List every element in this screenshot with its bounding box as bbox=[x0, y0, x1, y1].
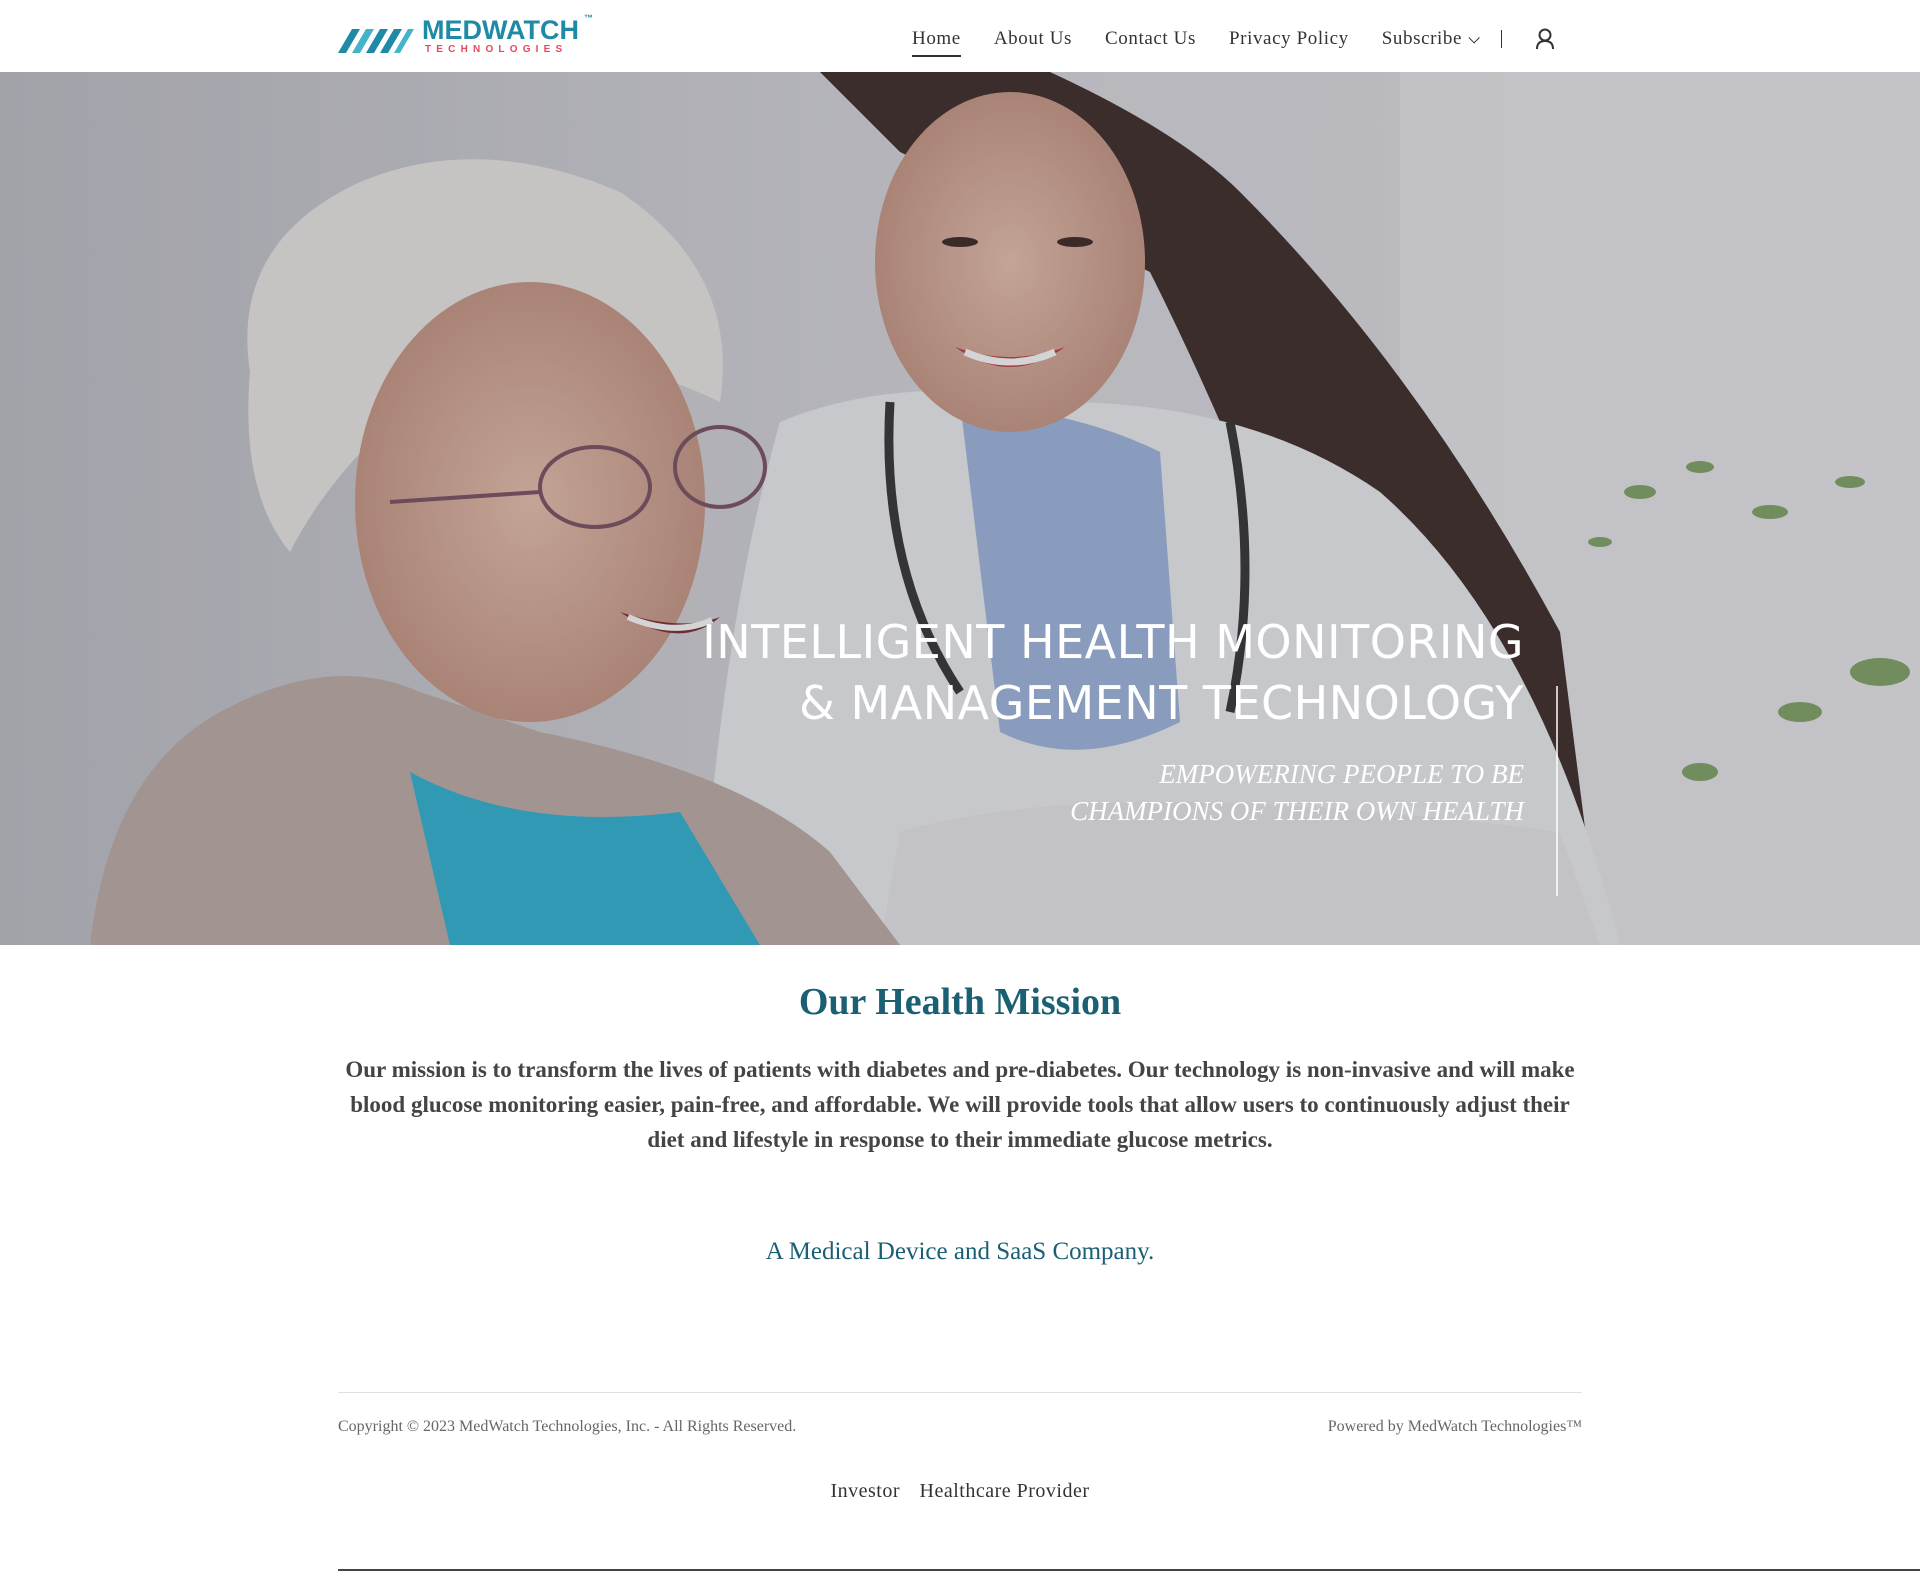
hero-subtitle: EMPOWERING PEOPLE TO BE CHAMPIONS OF THE… bbox=[702, 756, 1524, 830]
hero-title: INTELLIGENT HEALTH MONITORING & MANAGEME… bbox=[702, 612, 1524, 734]
hero-title-line1: INTELLIGENT HEALTH MONITORING bbox=[702, 615, 1524, 669]
logo-subtitle: TECHNOLOGIES bbox=[425, 44, 568, 55]
hero-text-block: INTELLIGENT HEALTH MONITORING & MANAGEME… bbox=[702, 612, 1524, 830]
hero-banner: INTELLIGENT HEALTH MONITORING & MANAGEME… bbox=[0, 72, 1920, 945]
site-header: MEDWATCH ™ TECHNOLOGIES Home About Us Co… bbox=[0, 0, 1920, 72]
mission-body-text: Our mission is to transform the lives of… bbox=[345, 1057, 1575, 1152]
logo-med: MED bbox=[422, 15, 482, 45]
hero-accent-rule bbox=[1556, 686, 1558, 896]
nav-privacy-policy[interactable]: Privacy Policy bbox=[1229, 28, 1349, 50]
logo-watch: WATCH bbox=[482, 15, 579, 45]
brand-logo[interactable]: MEDWATCH ™ TECHNOLOGIES bbox=[338, 13, 593, 60]
main-nav: Home About Us Contact Us Privacy Policy … bbox=[912, 24, 1556, 57]
footer-links: Investor Healthcare Provider bbox=[0, 1480, 1920, 1503]
nav-about-us[interactable]: About Us bbox=[994, 28, 1072, 50]
logo-trademark: ™ bbox=[583, 13, 593, 23]
footer-copyright: Copyright © 2023 MedWatch Technologies, … bbox=[338, 1418, 797, 1435]
chevron-down-icon bbox=[1468, 32, 1480, 44]
hero-subtitle-line2: CHAMPIONS OF THEIR OWN HEALTH bbox=[1070, 796, 1524, 826]
hero-subtitle-line1: EMPOWERING PEOPLE TO BE bbox=[1159, 759, 1524, 789]
user-icon[interactable] bbox=[1534, 27, 1556, 51]
logo-stripes-icon bbox=[338, 29, 414, 53]
mission-heading: Our Health Mission bbox=[798, 981, 1122, 1023]
footer-powered-by: Powered by MedWatch Technologies™ bbox=[1327, 1418, 1582, 1435]
nav-home[interactable]: Home bbox=[912, 28, 961, 57]
logo-wordmark: MEDWATCH ™ TECHNOLOGIES bbox=[422, 13, 593, 57]
nav-subscribe-dropdown[interactable]: Subscribe bbox=[1381, 28, 1480, 50]
nav-separator bbox=[1501, 30, 1503, 48]
nav-contact-us[interactable]: Contact Us bbox=[1105, 28, 1196, 50]
footer-link-investor[interactable]: Investor bbox=[830, 1480, 900, 1502]
nav-subscribe-label: Subscribe bbox=[1381, 28, 1463, 49]
footer-divider bbox=[338, 1392, 1582, 1393]
hero-title-line2: & MANAGEMENT TECHNOLOGY bbox=[799, 676, 1524, 730]
company-tagline: A Medical Device and SaaS Company. bbox=[765, 1238, 1155, 1265]
footer-link-healthcare-provider[interactable]: Healthcare Provider bbox=[920, 1480, 1090, 1502]
